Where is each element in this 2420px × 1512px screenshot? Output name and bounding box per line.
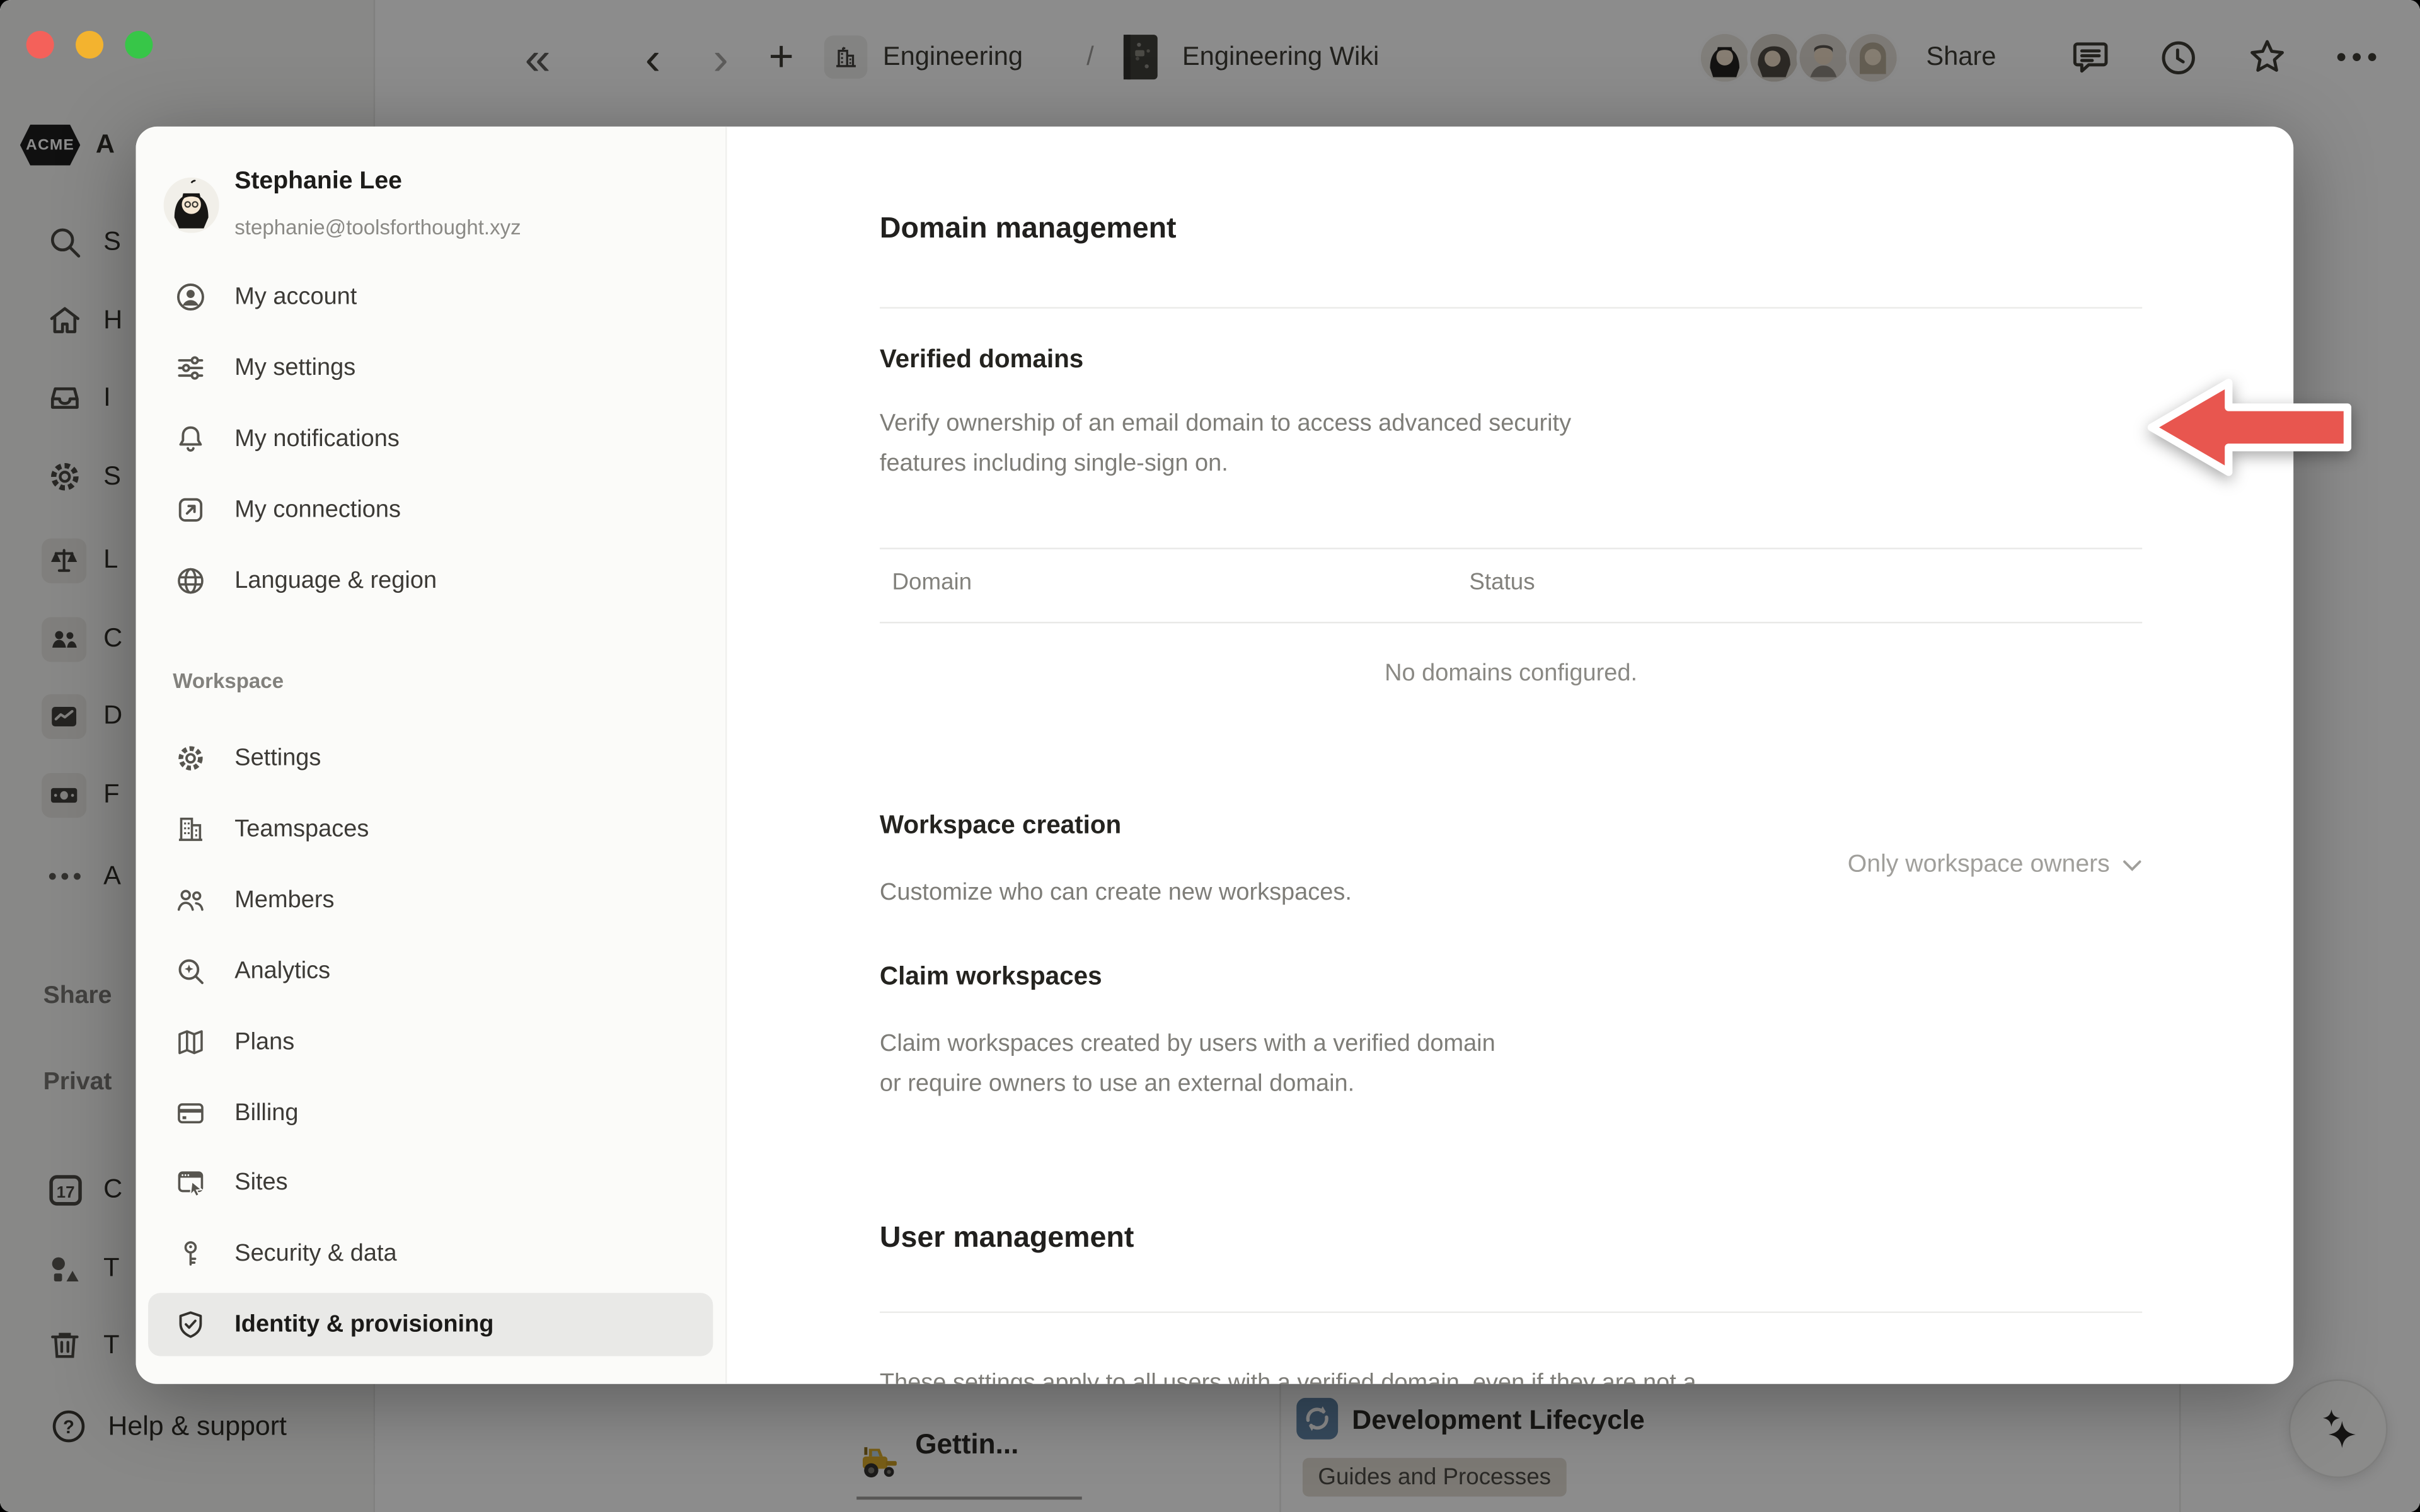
shield-check-icon (173, 1309, 207, 1341)
settings-item-label: Settings (234, 745, 321, 772)
settings-item-billing[interactable]: Billing (148, 1082, 713, 1145)
annotation-arrow-icon (2144, 374, 2360, 481)
settings-item-security-data[interactable]: Security & data (148, 1222, 713, 1285)
account-name: Stephanie Lee (234, 168, 402, 196)
chevron-down-icon (2122, 859, 2142, 872)
settings-item-label: Sites (234, 1169, 287, 1196)
settings-item-label: My connections (234, 496, 401, 524)
minimize-button[interactable] (76, 31, 103, 59)
settings-item-my-connections[interactable]: My connections (148, 478, 713, 541)
key-icon (173, 1237, 207, 1269)
macos-window: « ‹ › + Engineering / (0, 0, 2420, 1512)
settings-item-label: Billing (234, 1099, 298, 1127)
circle-icon (173, 1379, 207, 1383)
arrow-up-right-square-icon (173, 494, 207, 526)
credit-card-icon (173, 1097, 207, 1129)
settings-item-my-notifications[interactable]: My notifications (148, 408, 713, 471)
bell-icon (173, 423, 207, 455)
settings-item-label: Plans (234, 1028, 294, 1056)
settings-item-label: My notifications (234, 425, 400, 453)
settings-item-settings[interactable]: Settings (148, 726, 713, 789)
table-top-border (880, 547, 2142, 549)
zoom-button[interactable] (125, 31, 153, 59)
settings-main-panel: Domain management Verified domains Verif… (725, 127, 2293, 1384)
account-email: stephanie@toolsforthought.xyz (234, 216, 521, 239)
divider (880, 307, 2142, 308)
members-icon (173, 884, 207, 916)
settings-item-teamspaces[interactable]: Teamspaces (148, 798, 713, 861)
page-title: Domain management (880, 213, 1177, 247)
globe-icon (173, 564, 207, 597)
settings-item-label: My account (234, 283, 357, 311)
settings-item-members[interactable]: Members (148, 869, 713, 932)
empty-table-message: No domains configured. (880, 660, 2142, 688)
settings-item-label: Members (234, 886, 334, 914)
buildings-icon (173, 813, 207, 845)
column-header-domain: Domain (892, 570, 972, 596)
claim-workspaces-heading: Claim workspaces (880, 963, 1102, 992)
settings-item-partial[interactable]: Contact support (148, 1364, 713, 1384)
map-icon (173, 1026, 207, 1058)
settings-item-label: Teamspaces (234, 815, 369, 843)
verified-domains-description: Verify ownership of an email domain to a… (880, 404, 1636, 484)
settings-item-label: My settings (234, 354, 355, 382)
settings-item-language-region[interactable]: Language & region (148, 549, 713, 612)
settings-item-identity-provisioning[interactable]: Identity & provisioning (148, 1293, 713, 1356)
divider (880, 1312, 2142, 1313)
settings-sidebar: Stephanie Lee stephanie@toolsforthought.… (136, 127, 727, 1384)
verified-domains-heading: Verified domains (880, 346, 1083, 375)
table-bottom-border (880, 622, 2142, 623)
gear-icon (173, 742, 207, 774)
sliders-icon (173, 352, 207, 384)
settings-item-plans[interactable]: Plans (148, 1011, 713, 1074)
dropdown-value: Only workspace owners (1848, 852, 2110, 879)
browser-cursor-icon (173, 1166, 207, 1198)
user-management-clipped-text: These settings apply to all users with a… (880, 1364, 2161, 1384)
user-management-heading: User management (880, 1222, 1134, 1256)
close-button[interactable] (26, 31, 54, 59)
magnifier-sparkle-icon (173, 955, 207, 987)
settings-item-label: Security & data (234, 1240, 396, 1268)
workspace-section-label: Workspace (173, 670, 284, 693)
person-circle-icon (173, 281, 207, 313)
workspace-creation-description: Customize who can create new workspaces. (880, 873, 1682, 914)
settings-item-analytics[interactable]: Analytics (148, 939, 713, 1002)
column-header-status: Status (1469, 570, 1535, 596)
settings-modal: Stephanie Lee stephanie@toolsforthought.… (136, 127, 2294, 1384)
settings-item-label: Identity & provisioning (234, 1310, 493, 1338)
workspace-creation-dropdown[interactable]: Only workspace owners (1848, 852, 2142, 879)
settings-item-label: Language & region (234, 567, 437, 595)
settings-item-label: Analytics (234, 958, 330, 985)
settings-item-my-settings[interactable]: My settings (148, 336, 713, 399)
settings-item-my-account[interactable]: My account (148, 265, 713, 328)
account-avatar (164, 178, 219, 233)
settings-item-sites[interactable]: Sites (148, 1151, 713, 1214)
workspace-creation-heading: Workspace creation (880, 811, 1121, 841)
claim-workspaces-description: Claim workspaces created by users with a… (880, 1024, 1497, 1104)
